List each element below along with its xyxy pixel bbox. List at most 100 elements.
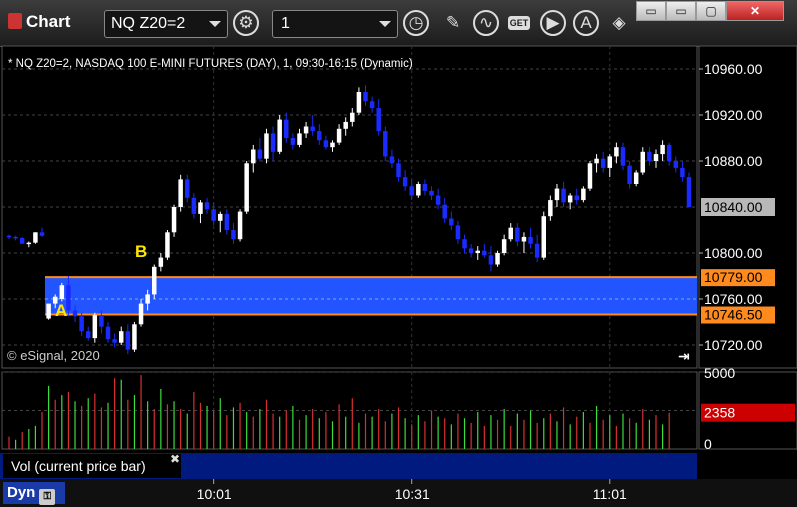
- candle-body: [138, 303, 144, 325]
- candle-body: [680, 167, 685, 178]
- candle-body: [125, 331, 131, 350]
- candle-body: [581, 188, 586, 201]
- candle-body: [409, 186, 414, 196]
- candle-body: [330, 142, 335, 148]
- candle-body: [284, 119, 289, 138]
- candle-body: [198, 202, 203, 214]
- candle-body: [521, 236, 527, 242]
- candle-body: [297, 133, 302, 145]
- candle-body: [422, 184, 428, 191]
- time-tick-label: 10:31: [395, 486, 430, 502]
- price-tick-label: 10960.00: [704, 61, 763, 77]
- candle-body: [389, 156, 395, 164]
- candle-body: [277, 119, 282, 152]
- dynamic-button[interactable]: Dyn ⚿: [3, 482, 65, 505]
- lock-icon[interactable]: ⚿: [39, 489, 56, 505]
- close-icon[interactable]: ✖: [170, 452, 180, 466]
- candle-body: [310, 126, 315, 132]
- candle-body: [323, 140, 329, 148]
- candle-body: [171, 207, 177, 233]
- price-tick-label: 10880.00: [704, 153, 763, 169]
- candle-body: [429, 190, 434, 196]
- chart-header: * NQ Z20=2, NASDAQ 100 E-MINI FUTURES (D…: [8, 58, 413, 70]
- candle-body: [369, 101, 375, 109]
- candle-body: [653, 154, 659, 161]
- candle-body: [455, 225, 461, 240]
- candle-body: [118, 331, 124, 343]
- candle-body: [587, 163, 593, 189]
- candle-body: [501, 239, 507, 253]
- candle-body: [442, 204, 447, 219]
- candle-body: [554, 188, 560, 201]
- candle-body: [548, 200, 553, 217]
- last-price-label: 10840.00: [704, 199, 763, 215]
- candle-body: [686, 177, 692, 207]
- candle-body: [449, 218, 454, 226]
- time-tick-label: 11:01: [593, 486, 627, 502]
- candle-body: [515, 227, 520, 242]
- candle-body: [356, 92, 362, 113]
- candle-body: [178, 179, 183, 207]
- candle-body: [13, 236, 18, 239]
- last-volume-label: 2358: [704, 405, 735, 421]
- candle-body: [462, 239, 467, 249]
- candle-body: [211, 209, 216, 221]
- candle-body: [105, 326, 111, 340]
- candle-body: [317, 131, 322, 141]
- candle-body: [508, 227, 513, 240]
- annotation-b: B: [135, 242, 147, 261]
- candle-body: [191, 197, 197, 214]
- candle-body: [237, 211, 243, 240]
- candle-body: [640, 151, 646, 173]
- candle-body: [185, 179, 190, 198]
- candle-body: [495, 253, 500, 265]
- candle-body: [204, 202, 210, 210]
- candle-body: [627, 165, 632, 184]
- candle-body: [343, 121, 348, 129]
- candle-body: [647, 151, 652, 161]
- candle-body: [251, 149, 256, 164]
- candle-body: [350, 112, 355, 122]
- candle-body: [402, 177, 408, 187]
- time-tick-label: 10:01: [197, 486, 232, 502]
- candle-body: [363, 92, 368, 102]
- volume-tick-label: 5000: [704, 365, 735, 381]
- zone-low-label: 10746.50: [704, 307, 763, 323]
- candle-body: [145, 294, 150, 304]
- candle-body: [59, 285, 65, 299]
- candle-body: [633, 172, 639, 184]
- price-tick-label: 10920.00: [704, 107, 763, 123]
- volume-panel-label[interactable]: Vol (current price bar): [3, 454, 181, 478]
- candle-body: [270, 133, 276, 152]
- candle-body: [6, 235, 12, 238]
- zone-high-label: 10779.00: [704, 269, 763, 285]
- candle-body: [132, 324, 137, 350]
- candle-body: [264, 133, 269, 159]
- scroll-end-icon: ⇥: [678, 349, 690, 365]
- volume-tick-label: 0: [704, 436, 712, 452]
- candle-body: [673, 161, 679, 168]
- candle-body: [290, 138, 296, 145]
- candle-body: [92, 315, 98, 339]
- candle-body: [600, 158, 606, 168]
- candle-body: [151, 266, 157, 295]
- candle-body: [99, 315, 104, 327]
- candle-body: [574, 195, 580, 201]
- candle-body: [112, 339, 117, 343]
- annotation-a: A: [55, 301, 67, 320]
- candle-body: [158, 257, 164, 267]
- candle-body: [231, 230, 236, 240]
- candle-body: [19, 238, 25, 244]
- copyright-text: © eSignal, 2020: [7, 348, 100, 363]
- candle-body: [475, 250, 480, 253]
- price-chart: 10960.00 10920.00 10880.00 10800.00 10760.00…: [0, 45, 797, 507]
- price-tick-label: 10760.00: [704, 291, 763, 307]
- candle-body: [257, 149, 263, 159]
- candle-body: [528, 236, 533, 244]
- candle-body: [165, 232, 170, 258]
- candle-body: [561, 188, 566, 203]
- candle-body: [660, 144, 665, 155]
- chart-window: Chart NQ Z20=2 ⚙ 1 ◷ ✎ ∿ GET ▶ A ◈ ▭ ▭ ▢…: [0, 0, 797, 507]
- candle-body: [482, 250, 487, 256]
- candle-body: [435, 195, 441, 205]
